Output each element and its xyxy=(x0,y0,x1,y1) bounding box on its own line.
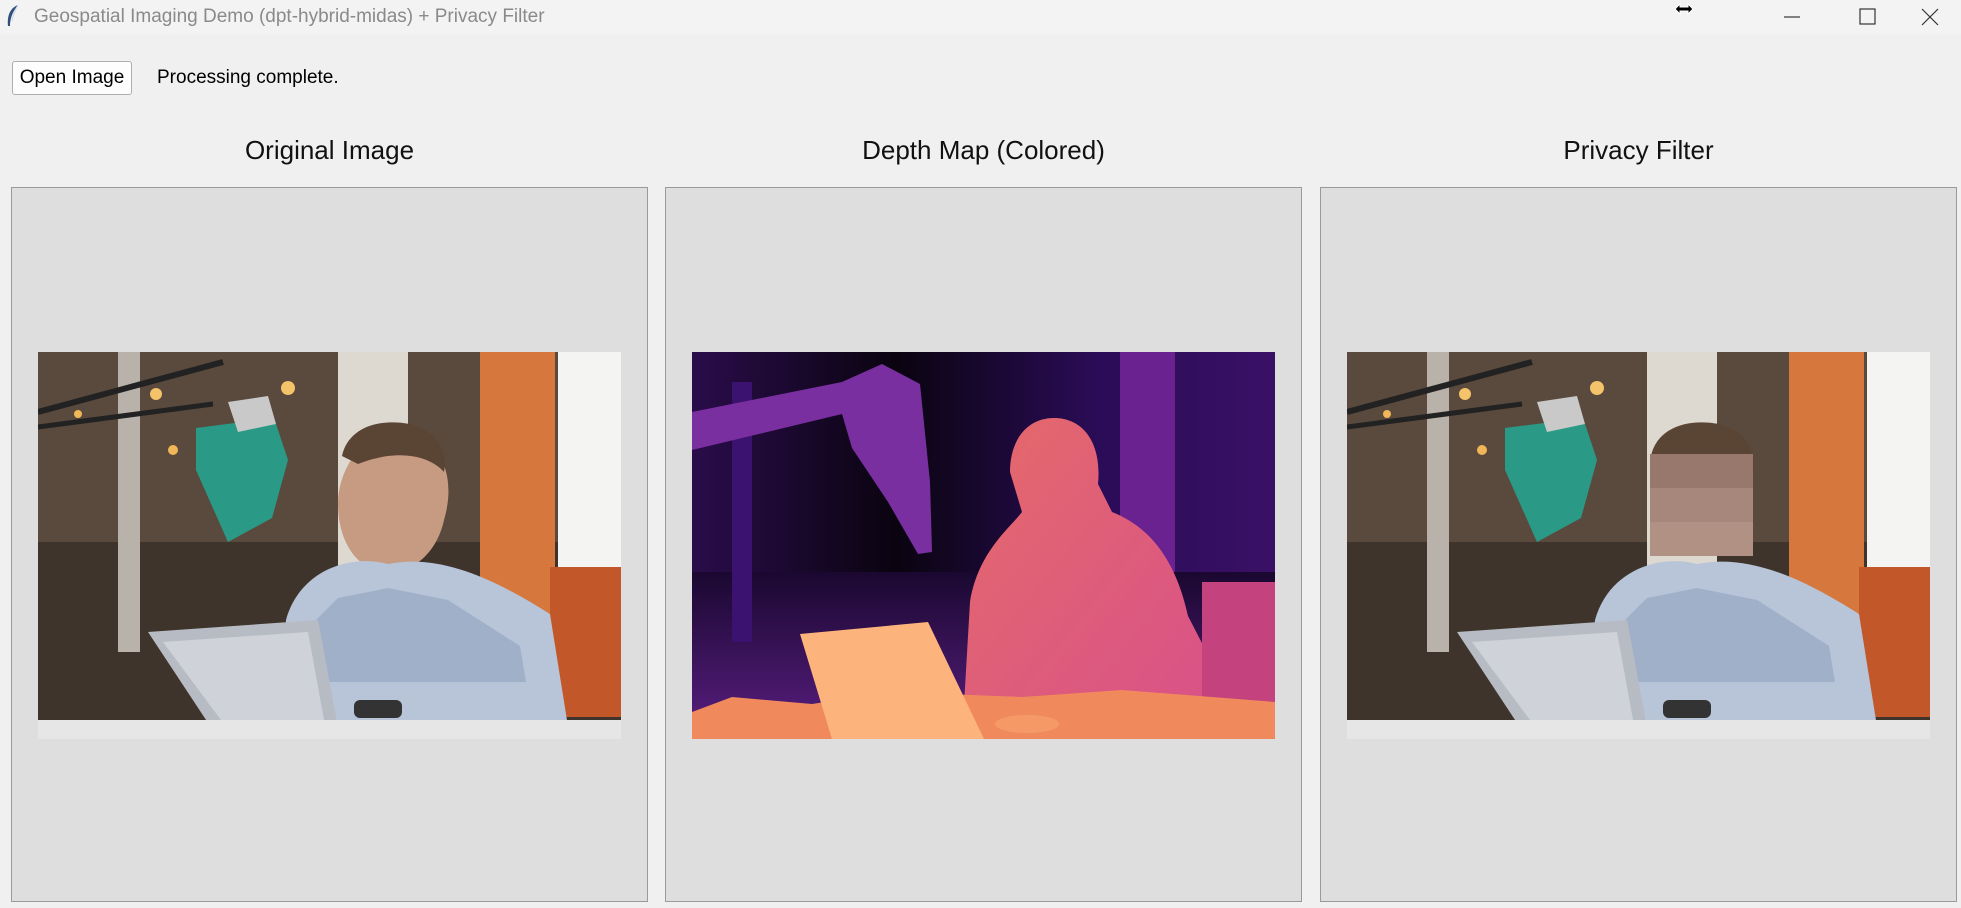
privacy-filter-image xyxy=(1347,352,1930,739)
open-image-button[interactable]: Open Image xyxy=(12,61,132,95)
depth-map-panel xyxy=(665,187,1302,902)
close-button[interactable] xyxy=(1896,0,1961,34)
status-label: Processing complete. xyxy=(157,67,339,88)
depth-map-image xyxy=(692,352,1275,739)
depth-map-title: Depth Map (Colored) xyxy=(862,135,1105,165)
original-image-panel xyxy=(11,187,648,902)
maximize-icon xyxy=(1859,8,1876,25)
close-icon xyxy=(1921,8,1939,26)
original-image xyxy=(38,352,621,739)
resize-cursor-icon xyxy=(1674,2,1694,16)
privacy-filter-panel xyxy=(1320,187,1957,902)
window-title: Geospatial Imaging Demo (dpt-hybrid-mida… xyxy=(34,6,545,27)
original-image-title: Original Image xyxy=(244,135,415,165)
minimize-icon xyxy=(1784,16,1800,18)
face-blur-block xyxy=(1650,454,1753,556)
privacy-filter-title: Privacy Filter xyxy=(1563,135,1714,165)
feather-icon xyxy=(7,4,19,26)
title-bar: Geospatial Imaging Demo (dpt-hybrid-mida… xyxy=(0,0,1961,34)
maximize-button[interactable] xyxy=(1834,0,1900,34)
minimize-button[interactable] xyxy=(1758,0,1824,34)
